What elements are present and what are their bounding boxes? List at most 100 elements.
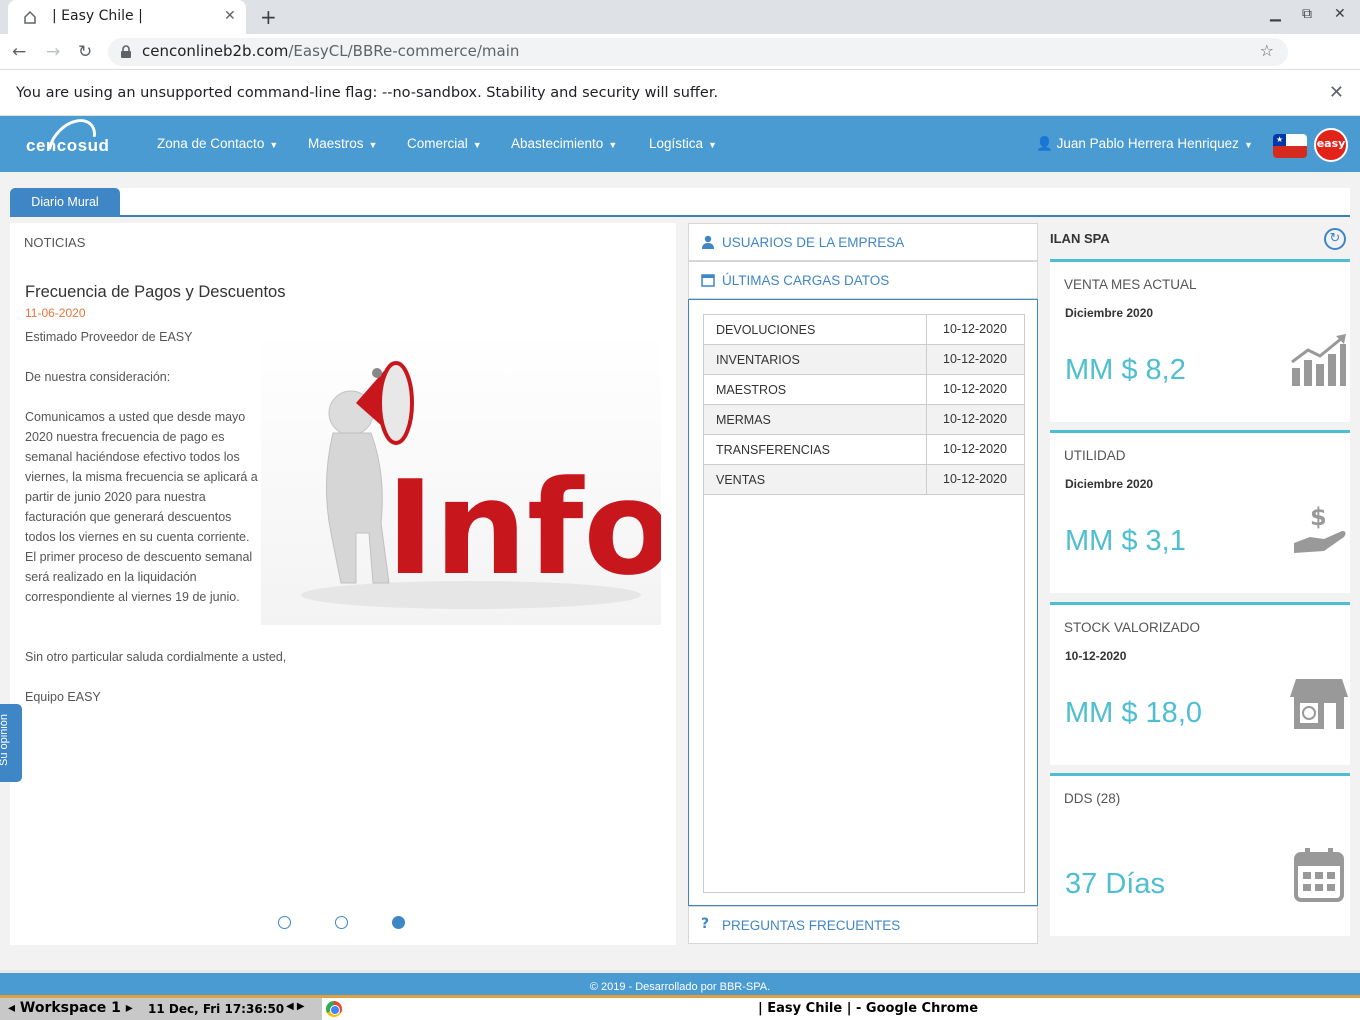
lock-icon [121,45,131,58]
row-date: 10-12-2020 [926,435,1024,464]
close-window-icon[interactable]: ✕ [1334,6,1346,22]
refresh-icon[interactable]: ↻ [1324,228,1346,250]
row-name: TRANSFERENCIAS [716,443,830,457]
infobar-message: You are using an unsupported command-lin… [16,85,719,101]
row-name: DEVOLUCIONES [716,323,816,337]
money-hand-icon: $ [1294,503,1346,553]
kpi-value: 37 Días [1065,868,1165,900]
reload-icon[interactable]: ↻ [78,42,92,62]
clock: 11 Dec, Fri 17:36:50 [148,1002,285,1016]
menu-zona-contacto[interactable]: Zona de Contacto ▼ [157,136,278,151]
user-icon: 👤 [1036,136,1053,151]
url-host: cenconlineb2b.com [142,42,289,60]
news-header: NOTICIAS [24,235,86,250]
chrome-icon [326,1001,342,1017]
kpi-value: MM $ 3,1 [1065,525,1186,557]
page-tabs: Diario Mural [10,188,1350,217]
menu-maestros[interactable]: Maestros ▼ [308,136,377,151]
faq-panel-header[interactable]: ? PREGUNTAS FRECUENTES [688,906,1038,944]
question-icon: ? [701,916,710,932]
row-date: 10-12-2020 [926,405,1024,434]
kpi-subtitle: Diciembre 2020 [1065,306,1154,320]
news-body: Estimado Proveedor de EASY De nuestra co… [25,327,261,627]
table-row: INVENTARIOS 10-12-2020 [704,345,1024,375]
carousel-dot-2[interactable] [335,916,348,929]
kpi-title: VENTA MES ACTUAL [1064,277,1197,292]
user-menu[interactable]: 👤 Juan Pablo Herrera Henriquez ▼ [1036,136,1253,152]
os-taskbar: ◂ Workspace 1 ▸ 11 Dec, Fri 17:36:50 ◀ ▶… [0,995,1360,1020]
svg-text:$: $ [1310,503,1327,531]
user-icon [702,235,714,249]
menu-label: Abastecimiento [511,136,604,151]
loads-label: ÚLTIMAS CARGAS DATOS [722,273,890,288]
kpi-title: STOCK VALORIZADO [1064,620,1201,635]
kpi-title: UTILIDAD [1064,448,1126,463]
infobar-close-icon[interactable]: ✕ [1329,82,1344,103]
menu-logistica[interactable]: Logística ▼ [649,136,717,151]
news-panel: NOTICIAS Frecuencia de Pagos y Descuento… [10,223,676,945]
table-row: MAESTROS 10-12-2020 [704,375,1024,405]
chevron-down-icon: ▼ [608,140,618,150]
calendar-icon [1294,848,1344,902]
kpi-value: MM $ 18,0 [1065,697,1202,729]
news-date: 11-06-2020 [25,306,86,320]
menu-comercial[interactable]: Comercial ▼ [407,136,482,151]
minimize-icon[interactable]: ▁ [1270,6,1281,22]
forward-icon[interactable]: → [46,42,60,62]
user-name: Juan Pablo Herrera Henriquez [1056,136,1239,151]
carousel-dot-1[interactable] [278,916,291,929]
close-tab-icon[interactable]: ✕ [224,8,236,24]
chevron-down-icon: ▼ [368,140,378,150]
menu-label: Comercial [407,136,468,151]
chevron-down-icon: ▼ [708,140,717,150]
taskbar-window-title[interactable]: | Easy Chile | - Google Chrome [758,1001,978,1016]
right-column: ILAN SPA ↻ VENTA MES ACTUAL Diciembre 20… [1050,223,1350,945]
tab-title: | Easy Chile | [52,8,143,24]
chevron-down-icon: ▼ [472,140,482,150]
row-date: 10-12-2020 [926,375,1024,404]
menu-abastecimiento[interactable]: Abastecimiento ▼ [511,136,617,151]
easy-logo[interactable]: easy [1314,128,1348,162]
kpi-card-venta: VENTA MES ACTUAL Diciembre 2020 MM $ 8,2 [1050,259,1350,422]
chile-flag-icon[interactable]: ★ [1273,134,1307,158]
page-footer: © 2019 - Desarrollado por BBR-SPA. [0,970,1360,995]
kpi-card-stock: STOCK VALORIZADO 10-12-2020 MM $ 18,0 [1050,602,1350,765]
carousel-dot-3[interactable] [392,916,405,929]
chevron-down-icon: ▼ [269,140,279,150]
back-icon[interactable]: ← [12,42,26,62]
url-field[interactable]: cenconlineb2b.com/EasyCL/BBRe-commerce/m… [108,38,1288,66]
news-paragraph: Estimado Proveedor de EASY [25,330,193,344]
url-path: /EasyCL/BBRe-commerce/main [288,42,520,60]
loads-panel-body: DEVOLUCIONES 10-12-2020 INVENTARIOS 10-12-… [688,299,1038,906]
users-panel-header[interactable]: USUARIOS DE LA EMPRESA [688,223,1038,261]
taskbar-left: ◂ Workspace 1 ▸ 11 Dec, Fri 17:36:50 ◀ ▶ [0,998,322,1020]
new-tab-icon[interactable]: + [260,5,277,29]
middle-column: USUARIOS DE LA EMPRESA ÚLTIMAS CARGAS DA… [688,223,1038,945]
info-image-text: Info [386,452,661,604]
company-name: ILAN SPA [1050,231,1110,246]
store-icon [1290,679,1348,729]
users-label: USUARIOS DE LA EMPRESA [722,235,905,250]
top-nav: cencosud Zona de Contacto ▼ Maestros ▼ Com… [0,109,1360,177]
chevron-down-icon: ▼ [1243,140,1253,150]
taskbar-arrows-icon[interactable]: ◀ ▶ [286,1001,305,1012]
bookmark-star-icon[interactable]: ☆ [1260,41,1274,60]
infobar: You are using an unsupported command-lin… [0,71,1360,116]
feedback-tab[interactable]: Su opinión [0,704,22,782]
menu-label: Logística [649,136,704,151]
restore-icon[interactable]: ⧉ [1302,6,1312,22]
row-name: MAESTROS [716,383,787,397]
row-date: 10-12-2020 [926,465,1024,494]
workspace-label: Workspace 1 [19,1000,121,1016]
workspace-switcher[interactable]: ◂ Workspace 1 ▸ [8,1000,133,1016]
kpi-title: DDS (28) [1064,791,1121,806]
menu-label: Maestros [308,136,364,151]
tab-diario-mural[interactable]: Diario Mural [10,188,120,217]
row-name: MERMAS [716,413,771,427]
news-paragraph: Equipo EASY [25,690,101,704]
loads-panel-header[interactable]: ÚLTIMAS CARGAS DATOS [688,261,1038,299]
feedback-label: Su opinión [0,714,10,766]
kpi-card-utilidad: UTILIDAD Diciembre 2020 MM $ 3,1 $ [1050,430,1350,593]
table-row: TRANSFERENCIAS 10-12-2020 [704,435,1024,465]
browser-tab[interactable]: | Easy Chile | ✕ [8,0,246,34]
